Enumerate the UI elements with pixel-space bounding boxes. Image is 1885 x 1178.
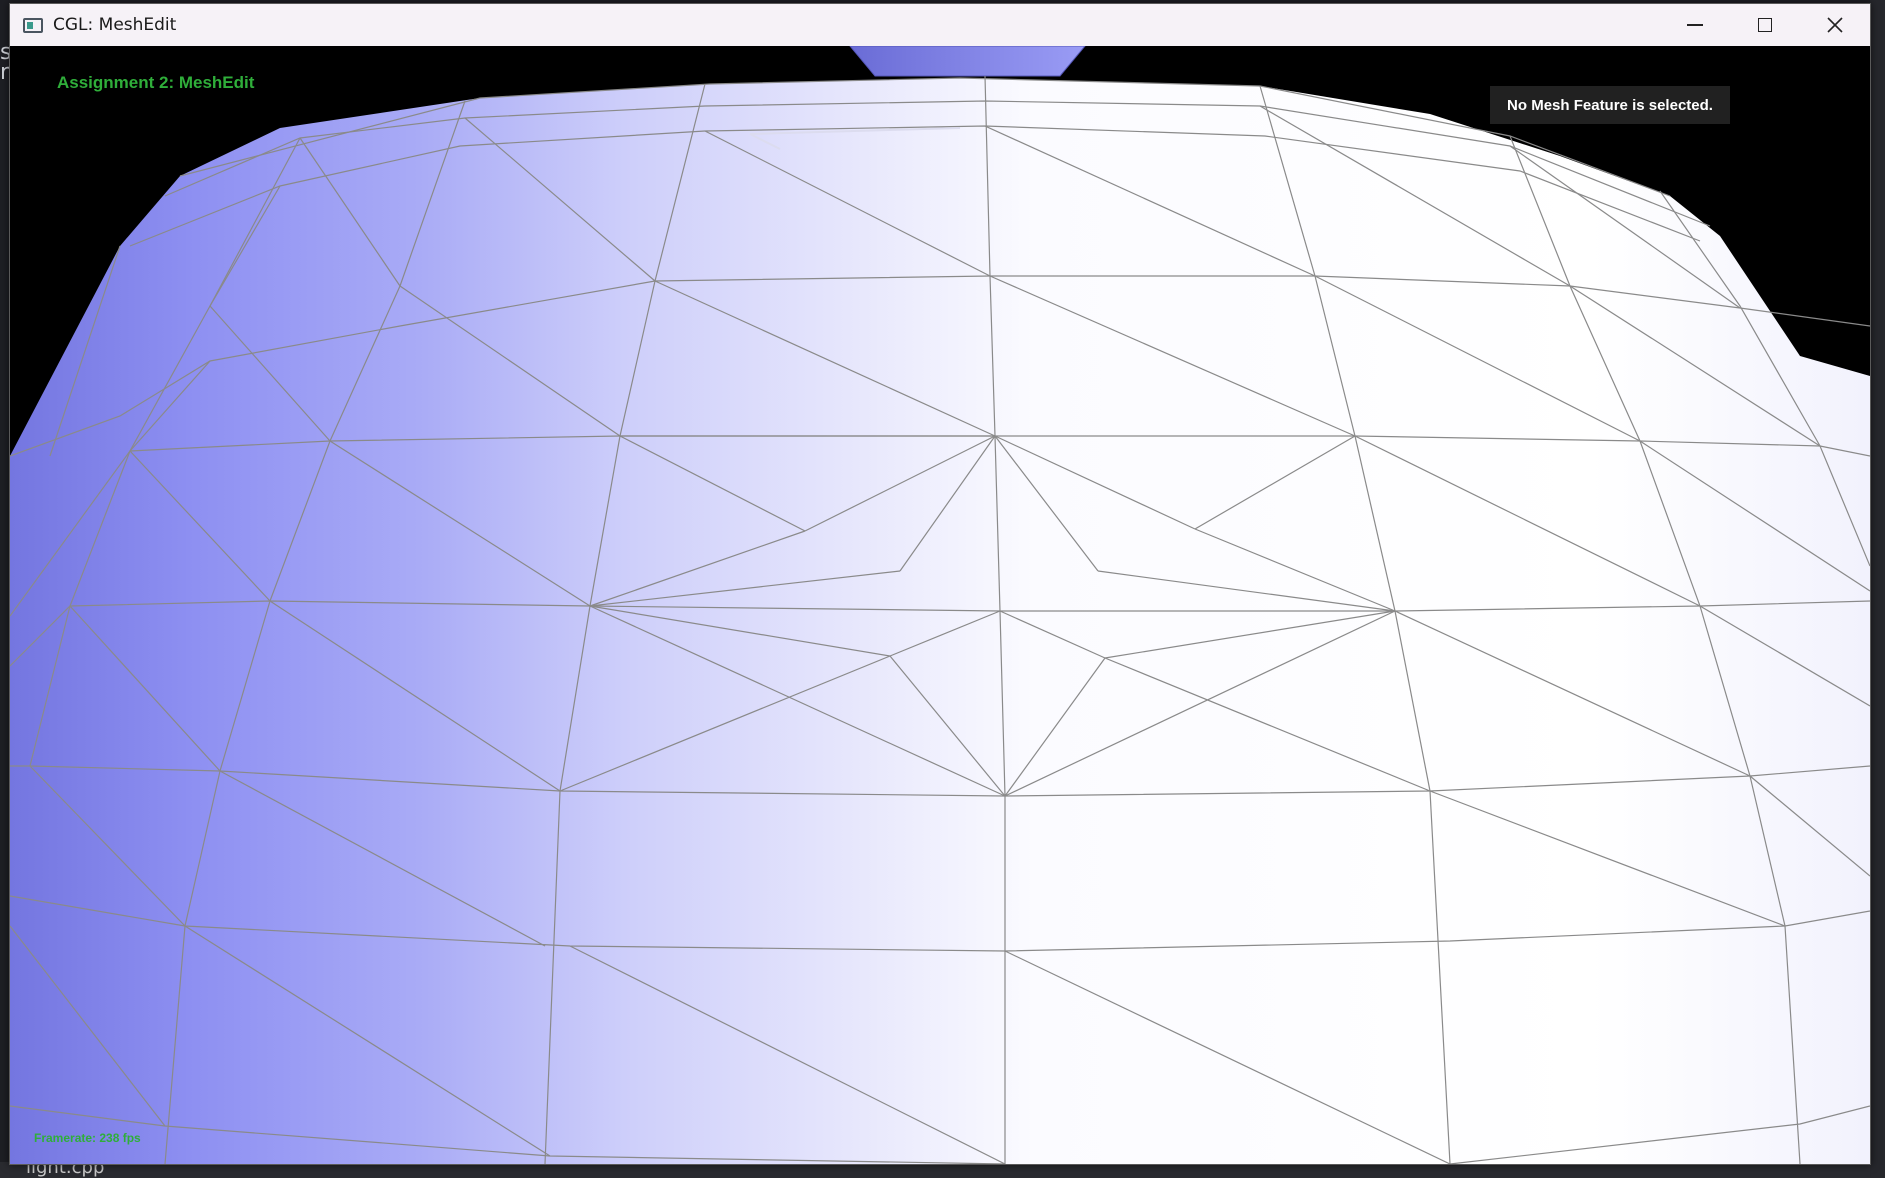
close-button[interactable] — [1800, 4, 1870, 46]
framerate-readout: Framerate: 238 fps — [34, 1131, 141, 1145]
cgl-app-icon — [23, 17, 43, 33]
background-right-edge — [1870, 0, 1885, 1178]
assignment-title: Assignment 2: MeshEdit — [57, 73, 255, 92]
render-viewport[interactable]: Assignment 2: MeshEdit No Mesh Feature i… — [10, 46, 1870, 1164]
maximize-icon — [1758, 18, 1772, 32]
selection-info-panel: No Mesh Feature is selected. — [1490, 86, 1730, 124]
maximize-button[interactable] — [1730, 4, 1800, 46]
minimize-icon — [1687, 24, 1703, 26]
window-title: CGL: MeshEdit — [53, 15, 177, 35]
minimize-button[interactable] — [1660, 4, 1730, 46]
meshedit-window[interactable]: CGL: MeshEdit Assignment 2: MeshEdit No … — [9, 3, 1871, 1165]
mesh-surface — [10, 78, 1870, 1164]
title-bar[interactable]: CGL: MeshEdit — [10, 4, 1870, 46]
mesh-canvas[interactable] — [10, 46, 1870, 1164]
window-controls — [1660, 4, 1870, 46]
selection-status: No Mesh Feature is selected. — [1507, 96, 1713, 114]
background-text-fragment: r — [0, 60, 10, 85]
mesh-top-cap — [849, 46, 1086, 77]
close-icon — [1827, 17, 1843, 33]
